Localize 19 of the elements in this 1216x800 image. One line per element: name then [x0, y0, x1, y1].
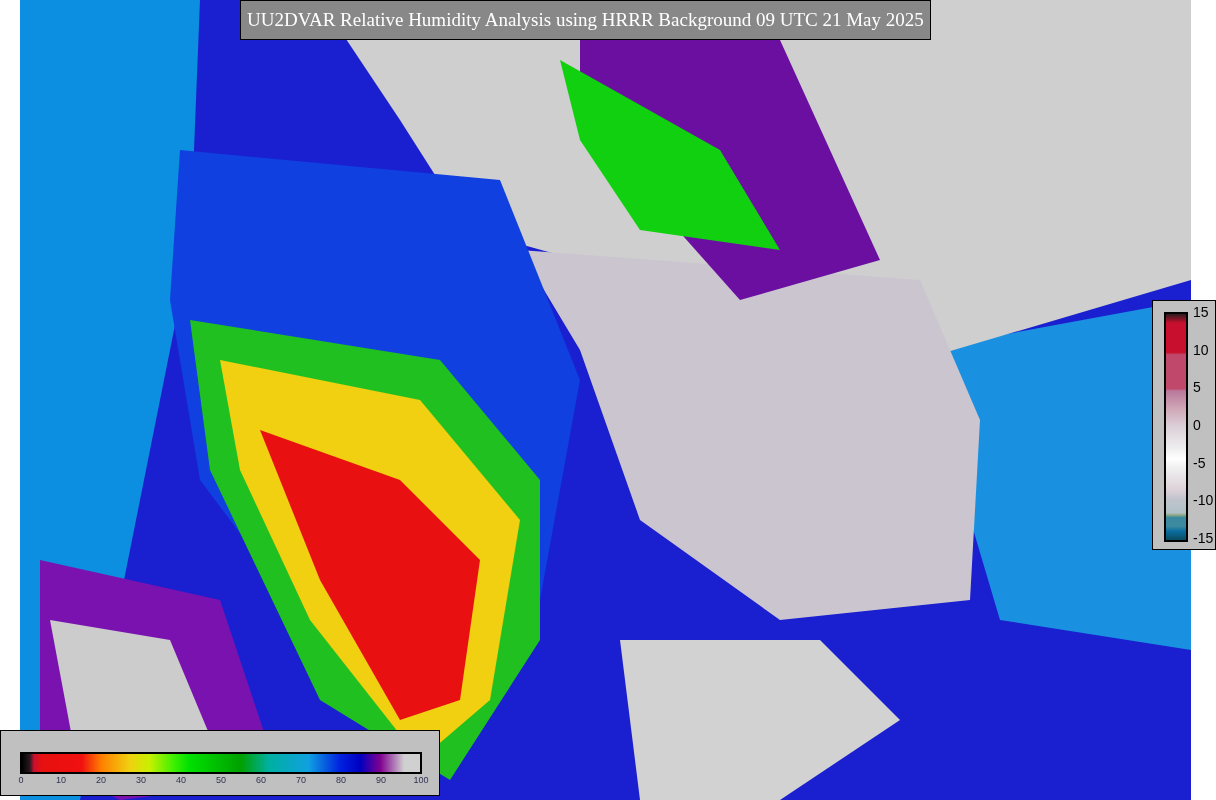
colorbar-label: 60 [256, 775, 266, 785]
colorbar-label: 50 [216, 775, 226, 785]
map-title: UU2DVAR Relative Humidity Analysis using HRRR Background 09 UTC 21 May 2025 [240, 0, 931, 40]
colorbar-label: 0 [1193, 417, 1201, 433]
colorbar-label: 30 [136, 775, 146, 785]
colorbar-label: 0 [18, 775, 24, 785]
colorbar-label: 100 [413, 775, 429, 785]
colorbar-label: 70 [296, 775, 306, 785]
colorbar-label: 5 [1193, 379, 1201, 396]
colorbar-label: -15 [1193, 530, 1214, 546]
colorbar-label: 80 [336, 775, 346, 785]
colorbar-label: 10 [56, 775, 66, 785]
colorbar-label: 90 [376, 775, 386, 785]
colorbar-label: 20 [96, 775, 106, 785]
colorbar-label: 15 [1193, 304, 1209, 320]
colorbar-label: -5 [1193, 454, 1206, 471]
colorbar-label: 10 [1193, 341, 1209, 358]
colorbar-label: -10 [1193, 492, 1214, 509]
colorbar-label: 40 [176, 775, 186, 785]
